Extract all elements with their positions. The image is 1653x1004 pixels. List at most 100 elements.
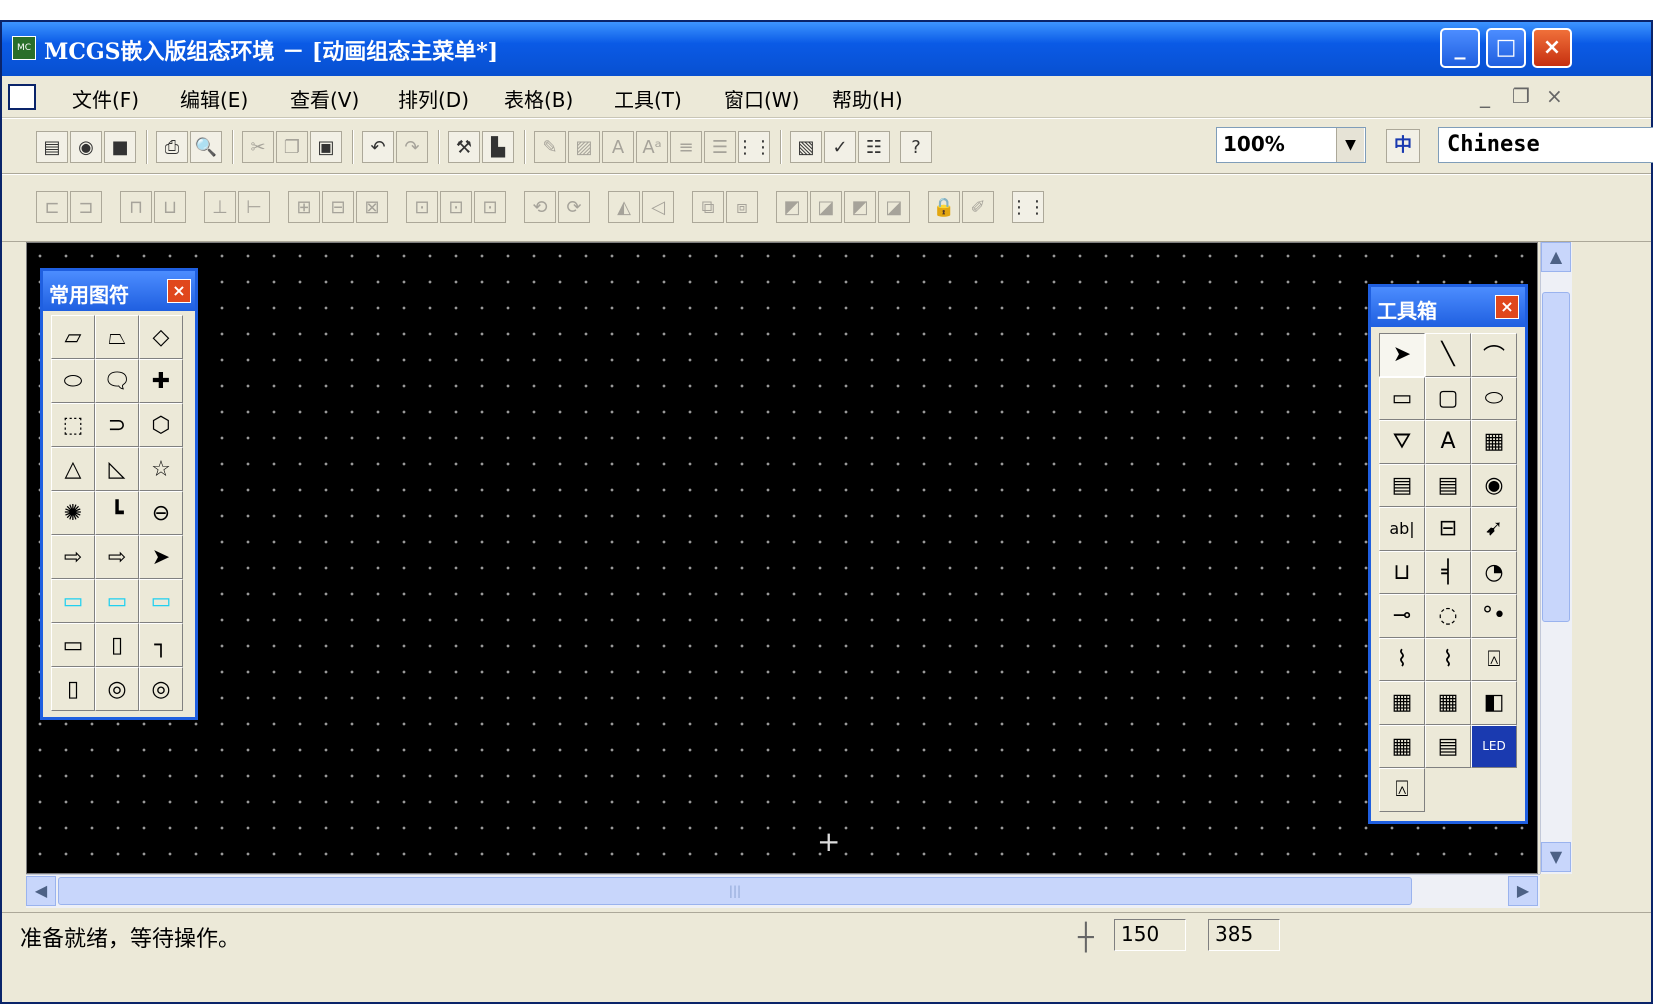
forward-icon[interactable]: ◩ [844,191,876,223]
symbol-cell[interactable]: ✚ [139,359,183,403]
scroll-down-icon[interactable]: ▼ [1541,842,1571,872]
center-horizontal-window-icon[interactable]: ⊡ [440,191,472,223]
symbol-cell[interactable]: ⊖ [139,491,183,535]
flip-horizontal-icon[interactable]: ◁ [642,191,674,223]
cut-icon[interactable]: ✂ [242,131,274,163]
toolbox-close-icon[interactable]: × [1495,295,1519,319]
symbol-cell[interactable]: ▭ [95,579,139,623]
symbol-cell[interactable]: ⬡ [139,403,183,447]
font-color-icon[interactable]: A [602,131,634,163]
symbol-cell[interactable]: ⏢ [95,315,139,359]
redo-icon[interactable]: ↷ [396,131,428,163]
backward-icon[interactable]: ◪ [878,191,910,223]
bring-front-icon[interactable]: ◩ [776,191,808,223]
document-icon[interactable] [8,84,36,110]
tool-cell[interactable]: ▦ [1425,681,1471,725]
symbol-cell[interactable]: ⬚ [51,403,95,447]
symbol-cell[interactable]: ◎ [139,667,183,711]
tool-cell[interactable]: ➤ [1379,333,1425,377]
paste-icon[interactable]: ▣ [310,131,342,163]
symbol-cell[interactable]: ☆ [139,447,183,491]
align-left-icon[interactable]: ⊏ [36,191,68,223]
tool-cell[interactable]: ╡ [1425,550,1471,594]
scroll-right-icon[interactable]: ▶ [1508,876,1538,906]
scroll-up-icon[interactable]: ▲ [1541,242,1571,272]
tools-icon[interactable]: ⚒ [448,131,480,163]
tool-cell[interactable]: ◔ [1471,550,1517,594]
menu-help[interactable]: 帮助(H) [832,84,903,113]
center-vertical-window-icon[interactable]: ⊡ [474,191,506,223]
line-style-icon[interactable]: ≡ [670,131,702,163]
new-icon[interactable]: ▤ [36,131,68,163]
mdi-close-button[interactable]: × [1546,84,1563,108]
tool-cell[interactable]: ▤ [1425,724,1471,768]
symbol-cell[interactable]: ➤ [139,535,183,579]
language-icon[interactable]: 中 [1386,129,1420,163]
symbol-cell[interactable]: 🗨 [95,359,139,403]
symbols-panel-close-icon[interactable]: × [167,279,191,303]
menu-edit[interactable]: 编辑(E) [180,84,248,113]
scroll-left-icon[interactable]: ◀ [26,876,56,906]
tool-cell[interactable]: ◉ [1471,463,1517,507]
symbol-cell[interactable]: ◇ [139,315,183,359]
tool-cell[interactable]: ⍓ [1471,637,1517,681]
menu-file[interactable]: 文件(F) [72,84,139,113]
align-top-icon[interactable]: ⊓ [120,191,152,223]
tool-cell[interactable]: ▤ [1379,463,1425,507]
tool-cell[interactable]: ab| [1379,507,1425,551]
tool-cell[interactable]: ⊔ [1379,550,1425,594]
symbol-cell[interactable]: ▭ [139,579,183,623]
mdi-minimize-button[interactable]: _ [1480,84,1490,108]
menu-tools[interactable]: 工具(T) [614,84,682,113]
menu-arrange[interactable]: 排列(D) [398,84,469,113]
vertical-scroll-thumb[interactable] [1542,292,1570,622]
symbol-cell[interactable]: ⊃ [95,403,139,447]
tool-cell[interactable]: ➹ [1471,507,1517,551]
symbol-cell[interactable]: ┐ [139,623,183,667]
rotate-right-icon[interactable]: ⟳ [558,191,590,223]
menu-window[interactable]: 窗口(W) [724,84,799,113]
tool-cell[interactable]: ◌ [1425,594,1471,638]
fill-color-icon[interactable]: ▨ [568,131,600,163]
tool-cell[interactable]: ▦ [1379,681,1425,725]
tool-cell[interactable]: ⌇ [1379,637,1425,681]
align-bottom-icon[interactable]: ⊔ [154,191,186,223]
send-back-icon[interactable]: ◪ [810,191,842,223]
tool-cell[interactable]: ▦ [1471,420,1517,464]
symbol-cell[interactable]: ⬭ [51,359,95,403]
tool-cell[interactable]: ⌇ [1425,637,1471,681]
close-button[interactable]: × [1532,28,1572,68]
unlock-icon[interactable]: ✐ [962,191,994,223]
line-width-icon[interactable]: ☰ [704,131,736,163]
font-icon[interactable]: Aᵃ [636,131,668,163]
align-right-icon[interactable]: ⊐ [70,191,102,223]
help-icon[interactable]: ? [900,131,932,163]
undo-icon[interactable]: ↶ [362,131,394,163]
symbol-cell[interactable]: ⇨ [95,535,139,579]
maximize-button[interactable]: □ [1486,28,1526,68]
same-size-icon[interactable]: ⊞ [288,191,320,223]
center-horizontal-icon[interactable]: ⊢ [238,191,270,223]
lock-icon[interactable]: 🔒 [928,191,960,223]
save-icon[interactable]: ■ [104,131,136,163]
tool-cell[interactable]: °• [1471,594,1517,638]
symbol-cell[interactable]: ✺ [51,491,95,535]
tool-cell[interactable]: ⍓ [1379,768,1425,812]
symbol-cell[interactable]: ▯ [51,667,95,711]
symbol-cell[interactable]: △ [51,447,95,491]
same-height-icon[interactable]: ⊟ [322,191,354,223]
design-canvas[interactable]: + [26,242,1538,874]
tool-cell[interactable]: ⬭ [1471,376,1517,420]
grid-toggle-icon[interactable]: ⋮⋮ [1010,191,1046,223]
layout-icon[interactable]: ▙ [482,131,514,163]
check-icon[interactable]: ✓ [824,131,856,163]
symbol-cell[interactable]: ▱ [51,315,95,359]
symbol-cell[interactable]: ▭ [51,579,95,623]
tool-cell[interactable]: ▤ [1425,463,1471,507]
tool-cell[interactable]: ⊟ [1425,507,1471,551]
title-bar[interactable]: MC MCGS嵌入版组态环境 － [动画组态主菜单*] _ □ × [2,22,1651,76]
tool-cell[interactable]: ╲ [1425,333,1471,377]
mdi-restore-button[interactable]: ❐ [1512,84,1530,108]
tool-cell[interactable]: A [1425,420,1471,464]
tool-cell[interactable]: ▢ [1425,376,1471,420]
